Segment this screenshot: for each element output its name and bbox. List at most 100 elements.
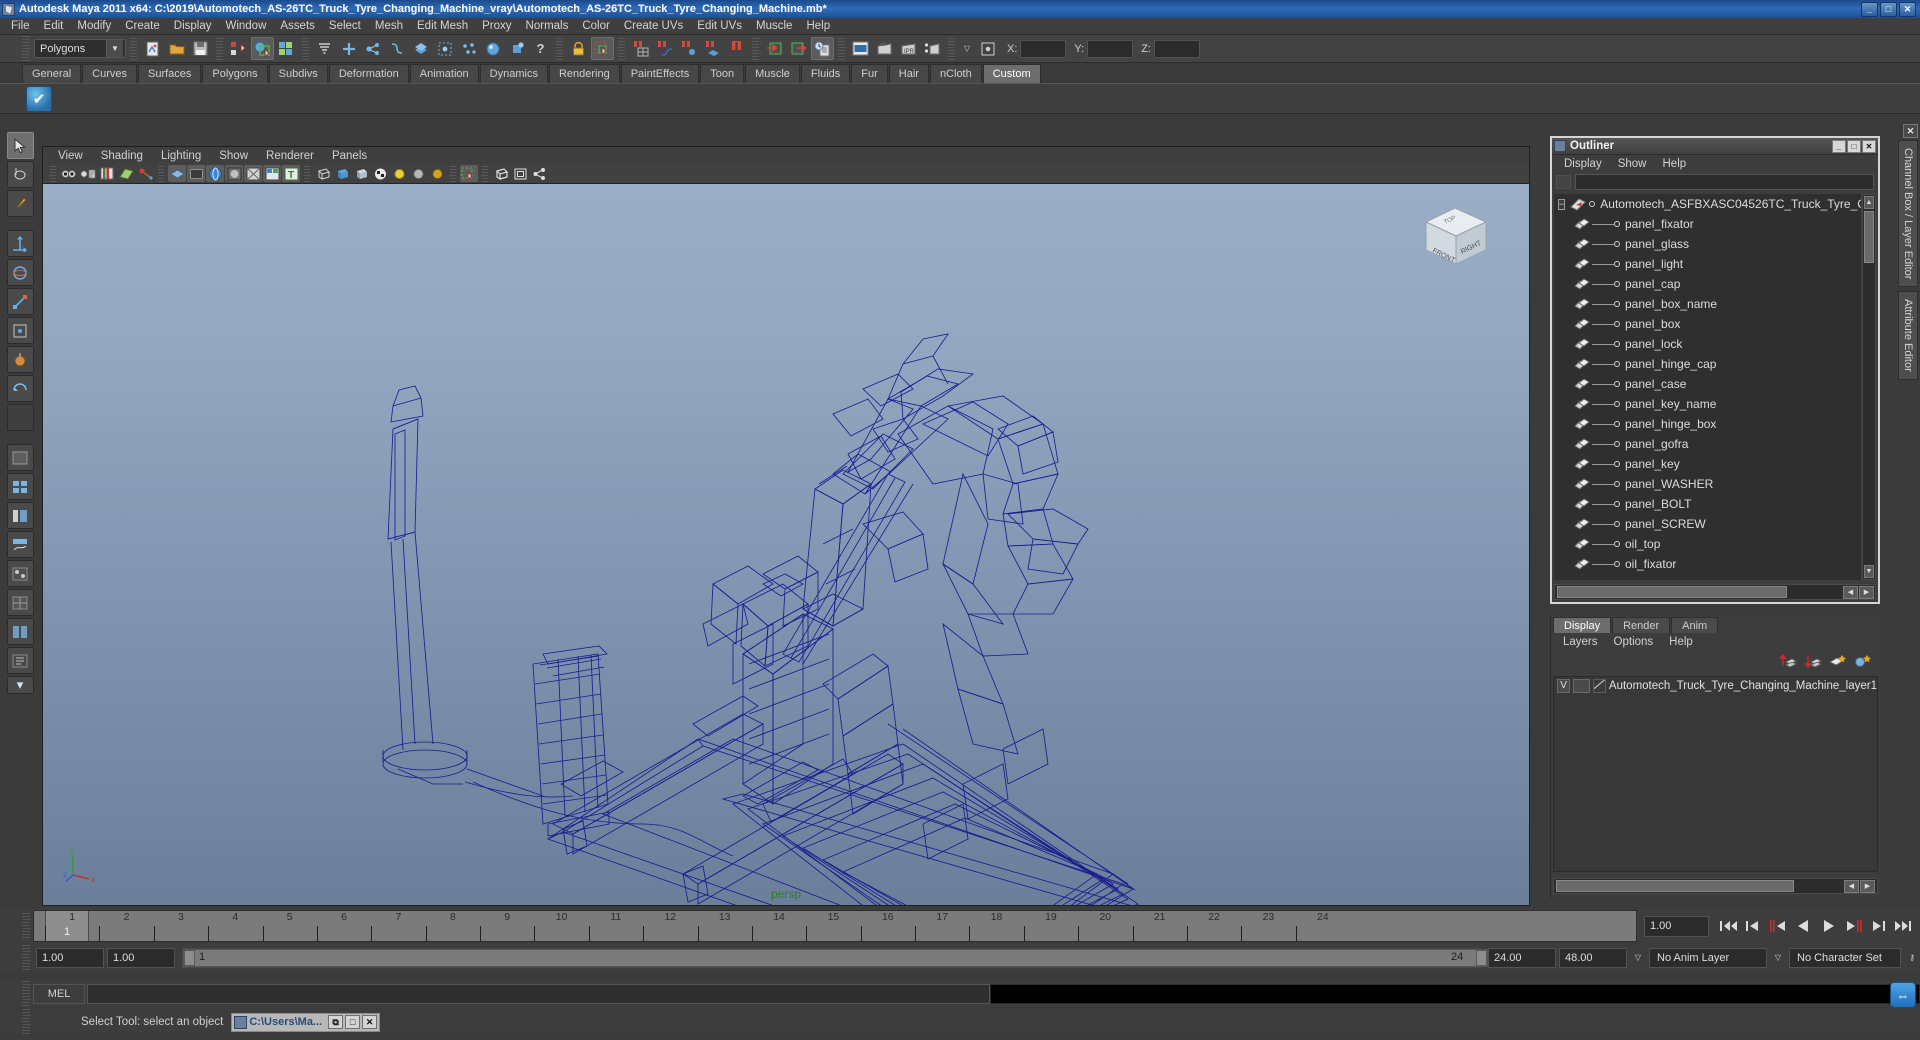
layer-editor-horizontal-scrollbar[interactable]: ◀ ▶ [1553,878,1878,894]
snap-to-plane-icon[interactable] [701,37,724,60]
timeslider-grip[interactable] [22,913,30,939]
mask-deformation-icon[interactable] [433,37,456,60]
shelf-tab-subdivs[interactable]: Subdivs [268,64,328,83]
outliner-search-input[interactable] [1575,174,1874,190]
paint-select-tool-button[interactable] [6,190,34,217]
menu-set-selector[interactable]: Polygons ▼ [34,39,126,58]
rangeslider-grip[interactable] [22,944,30,971]
shelf-tab-curves[interactable]: Curves [82,64,137,83]
quick-layout-hypershade-icon[interactable] [6,560,34,587]
scroll-right-arrow-icon[interactable]: ▶ [1859,585,1874,599]
shelf-tab-polygons[interactable]: Polygons [202,64,268,83]
taskbar-window-button[interactable]: C:\Users\Ma... ⧉ □ ✕ [231,1012,381,1032]
menu-window[interactable]: Window [218,18,273,34]
outliner-item-row[interactable]: panel_key_name [1554,394,1861,414]
outliner-item-row[interactable]: panel_hinge_cap [1554,354,1861,374]
quick-layout-persp-graph-icon[interactable] [6,531,34,558]
outliner-item-row[interactable]: panel_WASHER [1554,474,1861,494]
outliner-tree[interactable]: − Automotech_ASFBXASC04526TC_Truck_Tyre_… [1554,194,1861,580]
viewport-menu-view[interactable]: View [49,150,92,162]
outliner-item-row[interactable]: oil_fixator [1554,554,1861,574]
check-circle-icon[interactable]: ✔ [26,85,52,112]
xray-marquee-icon[interactable] [460,165,478,182]
outliner-item-row[interactable]: panel_cap [1554,274,1861,294]
anim-layer-chevron-icon[interactable]: ▽ [1630,949,1646,967]
current-frame-field[interactable]: 1.00 [1644,915,1709,937]
outliner-item-row[interactable]: panel_glass [1554,234,1861,254]
view-cube[interactable]: FRONT RIGHT TOP [1418,202,1493,274]
viewport-menu-shading[interactable]: Shading [92,150,152,162]
close-icon[interactable]: ✕ [1903,124,1918,138]
quick-layout-relationship-icon[interactable] [6,647,34,674]
menu-display[interactable]: Display [167,18,219,34]
snap-to-curve-icon[interactable] [653,37,676,60]
character-set-selector[interactable]: No Character Set [1789,947,1901,968]
safe-action-icon[interactable] [263,165,281,182]
play-forwards-button[interactable] [1817,916,1839,936]
menu-assets[interactable]: Assets [273,18,322,34]
helpline-grip[interactable] [22,1009,30,1035]
character-set-chevron-icon[interactable]: ▽ [1770,949,1786,967]
anim-layer-selector[interactable]: No Anim Layer [1649,947,1767,968]
use-all-lights-icon[interactable] [390,165,408,182]
key-icon[interactable]: ⚷ [1904,949,1920,967]
scroll-left-arrow-icon[interactable]: ◀ [1844,879,1859,893]
select-by-component-type-button[interactable] [275,37,298,60]
quick-layout-four-view-icon[interactable] [6,473,34,500]
quick-layout-single-perspective-icon[interactable] [6,444,34,471]
open-scene-button[interactable] [165,37,188,60]
shelf-tab-hair[interactable]: Hair [888,64,929,83]
step-forward-button[interactable] [1867,916,1889,936]
exposure-share-icon[interactable] [530,165,548,182]
menu-edit-mesh[interactable]: Edit Mesh [410,18,475,34]
commandline-grip[interactable] [22,981,30,1007]
time-slider[interactable]: 1 2 3 4 5 6 7 8 9 10 11 12 13 14 15 16 17 18 19 20 21 22 23 24 … [33,910,1637,942]
outliner-maximize-button[interactable]: □ [1847,139,1861,153]
smooth-shade-all-icon[interactable] [333,165,351,182]
gate-mask-icon[interactable] [225,165,243,182]
shadows-icon[interactable] [409,165,427,182]
perspective-viewport[interactable]: FRONT RIGHT TOP y x z persp [43,184,1529,905]
layer-name-label[interactable]: Automotech_Truck_Tyre_Changing_Machine_l… [1609,680,1877,692]
input-connections-icon[interactable] [763,37,786,60]
hud-resize-handle-icon[interactable]: ⇔ [1890,982,1916,1008]
shelf-tab-painteffects[interactable]: PaintEffects [620,64,700,83]
mask-surface-icon[interactable] [409,37,432,60]
construction-history-icon[interactable] [811,37,834,60]
twopoint-constraint-icon[interactable] [136,165,154,182]
outliner-item-row[interactable]: oil_top [1554,534,1861,554]
outliner-root-row[interactable]: − Automotech_ASFBXASC04526TC_Truck_Tyre_… [1554,194,1861,214]
film-gate-icon[interactable] [187,165,205,182]
taskbar-close-button[interactable]: ✕ [362,1015,378,1029]
menu-edit[interactable]: Edit [37,18,71,34]
scale-tool-button[interactable] [6,288,34,315]
shelf-tab-deformation[interactable]: Deformation [328,64,409,83]
scroll-up-arrow-icon[interactable]: ▲ [1864,196,1874,209]
outliner-item-row[interactable]: panel_case [1554,374,1861,394]
snap-to-grid-icon[interactable] [629,37,652,60]
snap-to-view-plane-icon[interactable] [725,37,748,60]
outliner-close-button[interactable]: ✕ [1862,139,1876,153]
taskbar-restore-button[interactable]: ⧉ [328,1015,344,1029]
range-playback-start-field[interactable]: 1.00 [107,947,175,968]
scroll-down-arrow-icon[interactable]: ▼ [1864,565,1874,578]
xray-mode-icon[interactable] [492,165,510,182]
tab-anim[interactable]: Anim [1671,617,1719,633]
outliner-item-row[interactable]: panel_lock [1554,334,1861,354]
select-by-hierarchy-button[interactable] [227,37,250,60]
render-settings-icon[interactable] [921,37,944,60]
wireframe-model[interactable] [43,184,1529,905]
save-scene-button[interactable] [189,37,212,60]
transform-z-field[interactable] [1153,39,1200,58]
new-scene-button[interactable] [141,37,164,60]
mask-joint-icon[interactable] [361,37,384,60]
tab-render[interactable]: Render [1612,617,1671,633]
shelf-tab-animation[interactable]: Animation [409,64,479,83]
outliner-item-row[interactable]: panel_light [1554,254,1861,274]
render-view-icon[interactable] [849,37,872,60]
wireframe-shading-icon[interactable] [314,165,332,182]
shelf-tab-surfaces[interactable]: Surfaces [137,64,202,83]
coordinate-mode-chevron-icon[interactable]: ▽ [959,40,975,58]
expand-collapse-icon[interactable]: − [1558,198,1566,210]
select-by-object-type-button[interactable] [251,37,274,60]
